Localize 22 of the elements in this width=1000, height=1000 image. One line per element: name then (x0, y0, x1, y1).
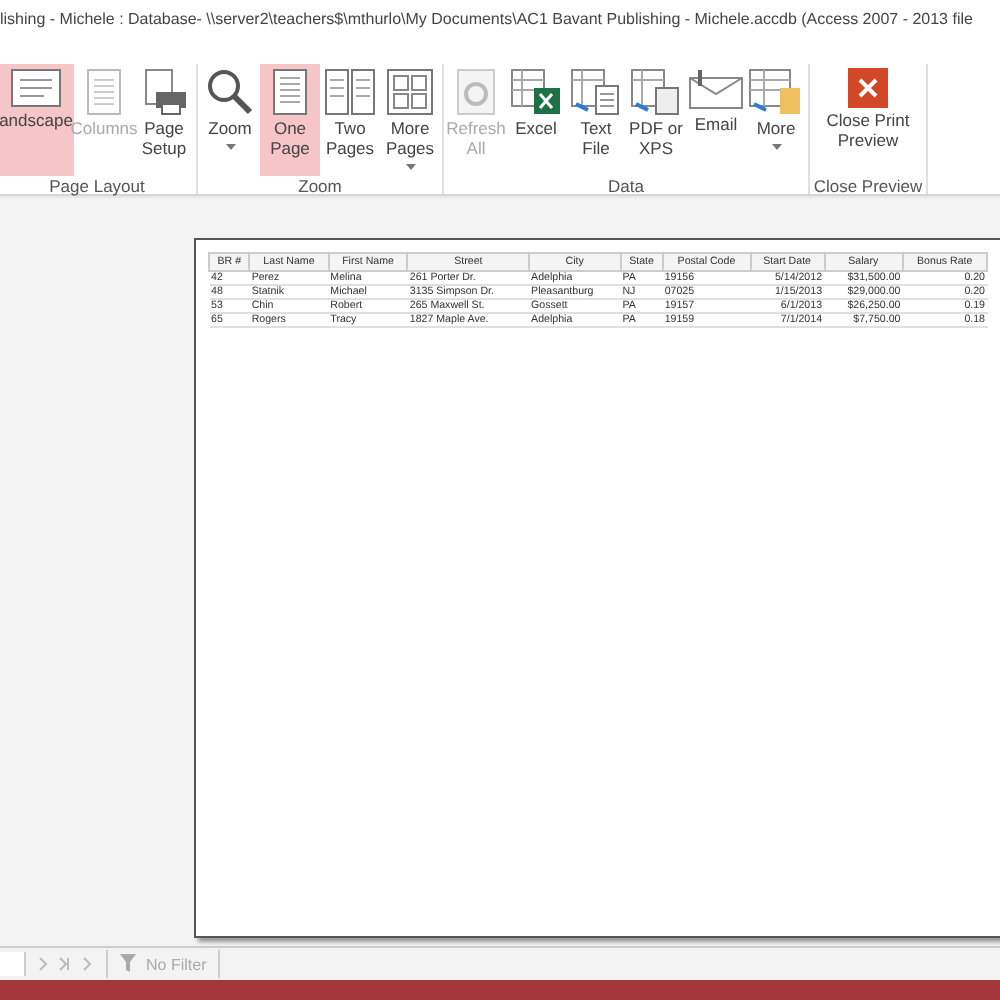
window-title: lishing - Michele : Database- \\server2\teachers$\mthurlo\My Documents\AC1 Bavant Publishing - Michele.accdb (Access 2007 - 2013 file (0, 10, 973, 28)
ribbon-button[interactable]: Text File (566, 64, 626, 176)
group-label: Data (606, 176, 646, 200)
landscape-page-icon (10, 68, 62, 108)
ribbon-button[interactable]: Zoom (200, 64, 260, 176)
ribbon-button[interactable]: Excel (506, 64, 566, 176)
magnifier-icon (206, 68, 254, 116)
funnel-icon (120, 954, 140, 974)
ribbon-button[interactable]: Email (686, 64, 746, 176)
ribbon-button[interactable]: More Pages (380, 64, 440, 176)
group-label: Page Layout (47, 176, 147, 200)
ribbon-button[interactable]: PDF or XPS (626, 64, 686, 176)
ribbon-button[interactable]: Two Pages (320, 64, 380, 176)
ribbon-button[interactable]: andscape (0, 64, 74, 176)
ribbon-button[interactable]: One Page (260, 64, 320, 176)
group-label: Zoom (296, 176, 344, 200)
group-label: Close Preview (812, 176, 924, 200)
page-icon (272, 68, 308, 116)
ribbon-button[interactable]: Page Setup (134, 64, 194, 176)
record-field[interactable] (0, 952, 26, 976)
ribbon-button[interactable]: More (746, 64, 806, 176)
ribbon-button[interactable]: Close Print Preview (812, 64, 924, 176)
